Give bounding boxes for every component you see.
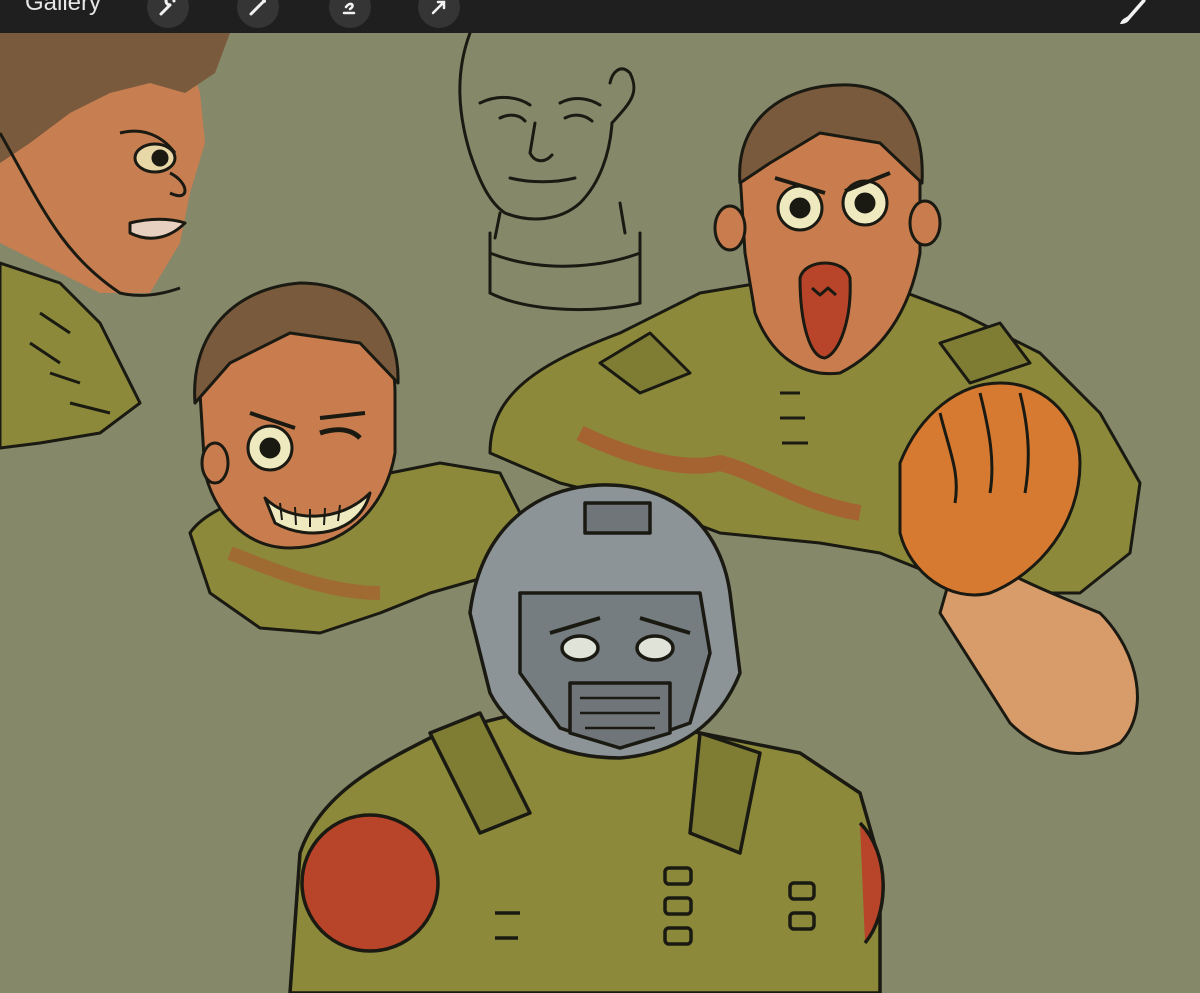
adjustments-button[interactable] (147, 0, 189, 28)
top-toolbar: Gallery (0, 0, 1200, 33)
sketch-grinning-marine (188, 281, 522, 635)
sketch-line-head (458, 33, 642, 312)
brush-tool-button[interactable] (1112, 0, 1152, 30)
procreate-app: Gallery (0, 0, 1200, 993)
brush-icon (1112, 0, 1152, 34)
drawing-canvas[interactable] (0, 33, 1200, 993)
selection-button[interactable] (237, 0, 279, 28)
actions-button[interactable] (418, 0, 460, 28)
gallery-button[interactable]: Gallery (25, 0, 101, 20)
transform-button[interactable] (329, 0, 371, 28)
artwork-illustration (0, 33, 1142, 993)
